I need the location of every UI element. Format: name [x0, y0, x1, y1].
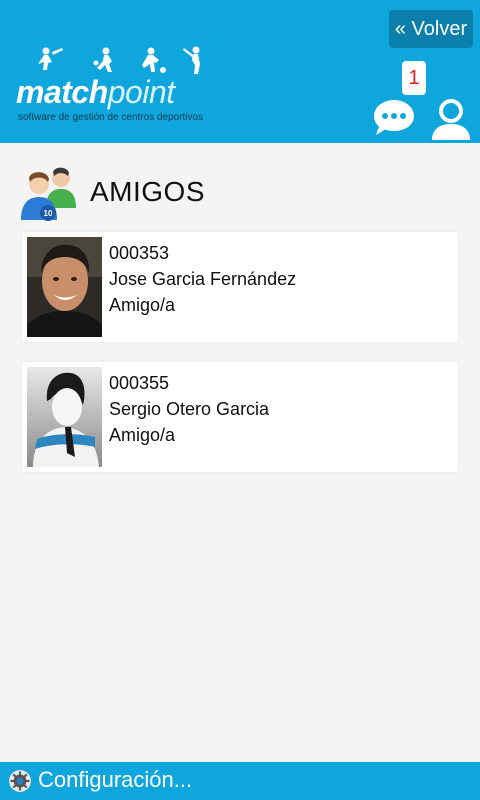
friend-card[interactable]: 000353 Jose Garcia Fernández Amigo/a [22, 232, 458, 342]
app-header: « Volver matchpoint software de gestión … [0, 0, 480, 143]
settings-label: Configuración... [38, 767, 193, 792]
gear-icon [9, 770, 31, 792]
friends-group-icon: 10 [21, 167, 76, 221]
notification-badge[interactable]: 1 [402, 61, 426, 95]
friend-card[interactable]: 000355 Sergio Otero Garcia Amigo/a [22, 362, 458, 472]
friend-photo-avatar [27, 237, 102, 337]
logo-word-point: point [107, 74, 175, 110]
friend-name: Sergio Otero Garcia [109, 399, 270, 419]
chat-bubble-icon[interactable] [372, 98, 416, 138]
profile-icon[interactable] [429, 98, 473, 140]
friend-relation: Amigo/a [109, 295, 176, 315]
sports-figures-icon [38, 46, 200, 74]
logo-word-match: match [16, 74, 108, 110]
settings-bar[interactable]: Configuración... [0, 762, 480, 800]
logo-tagline: software de gestión de centros deportivo… [18, 112, 204, 123]
friend-name: Jose Garcia Fernández [109, 269, 297, 289]
svg-text:10: 10 [44, 209, 53, 218]
default-user-avatar [27, 367, 102, 467]
matchpoint-logo: matchpoint software de gestión de centro… [14, 46, 214, 130]
friend-relation: Amigo/a [109, 425, 176, 445]
friend-id: 000355 [109, 373, 170, 393]
back-button[interactable]: « Volver [389, 10, 473, 48]
page-title: AMIGOS [90, 176, 206, 207]
friend-id: 000353 [109, 243, 170, 263]
